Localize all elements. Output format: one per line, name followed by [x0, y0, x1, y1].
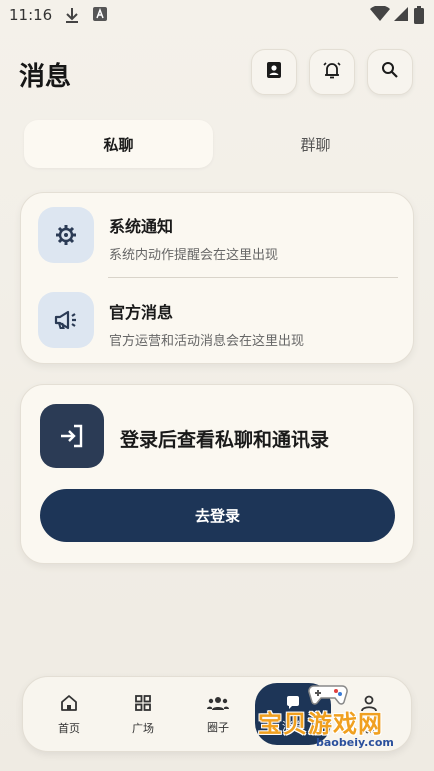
login-button[interactable]: 去登录 — [40, 489, 395, 542]
home-icon — [60, 694, 78, 716]
status-bar: 11:16 — [0, 0, 434, 30]
search-icon — [380, 60, 400, 84]
divider — [108, 277, 398, 278]
group-icon — [207, 695, 229, 715]
official-message-item[interactable]: 官方消息 官方运营和活动消息会在这里出现 — [21, 279, 415, 364]
notification-title: 系统通知 — [109, 217, 174, 236]
alarm-bell-icon — [321, 59, 343, 85]
contacts-button[interactable] — [251, 49, 297, 95]
signal-icon — [394, 6, 408, 26]
gear-icon — [38, 207, 94, 263]
notification-title: 官方消息 — [109, 303, 174, 322]
login-prompt: 登录后查看私聊和通讯录 — [120, 429, 330, 451]
megaphone-icon — [38, 292, 94, 348]
tab-private-chat[interactable]: 私聊 — [24, 120, 213, 168]
tab-group-chat[interactable]: 群聊 — [221, 120, 410, 168]
notification-subtitle: 系统内动作提醒会在这里出现 — [109, 248, 279, 263]
battery-icon — [414, 6, 424, 28]
watermark-text: 宝贝游戏网 — [258, 710, 383, 738]
watermark-url: baobeiy.com — [316, 736, 394, 749]
grid-icon — [134, 694, 152, 716]
login-card: 登录后查看私聊和通讯录 去登录 — [20, 384, 414, 564]
notification-subtitle: 官方运营和活动消息会在这里出现 — [109, 334, 305, 349]
notification-card: 系统通知 系统内动作提醒会在这里出现 官方消息 官方运营和活动消息会在这里出现 — [20, 192, 414, 364]
system-notification-item[interactable]: 系统通知 系统内动作提醒会在这里出现 — [21, 193, 415, 278]
nav-label: 圈子 — [207, 721, 229, 734]
nav-home[interactable]: 首页 — [31, 677, 107, 753]
login-icon — [40, 404, 104, 468]
nav-label: 广场 — [132, 722, 154, 735]
contact-book-icon — [264, 60, 284, 84]
search-button[interactable] — [367, 49, 413, 95]
download-icon — [64, 6, 80, 28]
wifi-icon — [370, 5, 390, 26]
nav-label: 首页 — [58, 722, 80, 735]
watermark: 宝贝游戏网 baobeiy.com — [256, 680, 416, 760]
nav-square[interactable]: 广场 — [105, 677, 181, 753]
page-title: 消息 — [19, 62, 72, 92]
status-time: 11:16 — [9, 6, 53, 24]
notification-settings-button[interactable] — [309, 49, 355, 95]
chat-tabs: 私聊 群聊 — [24, 120, 410, 168]
app-notification-icon — [92, 6, 108, 26]
nav-circles[interactable]: 圈子 — [180, 677, 256, 753]
